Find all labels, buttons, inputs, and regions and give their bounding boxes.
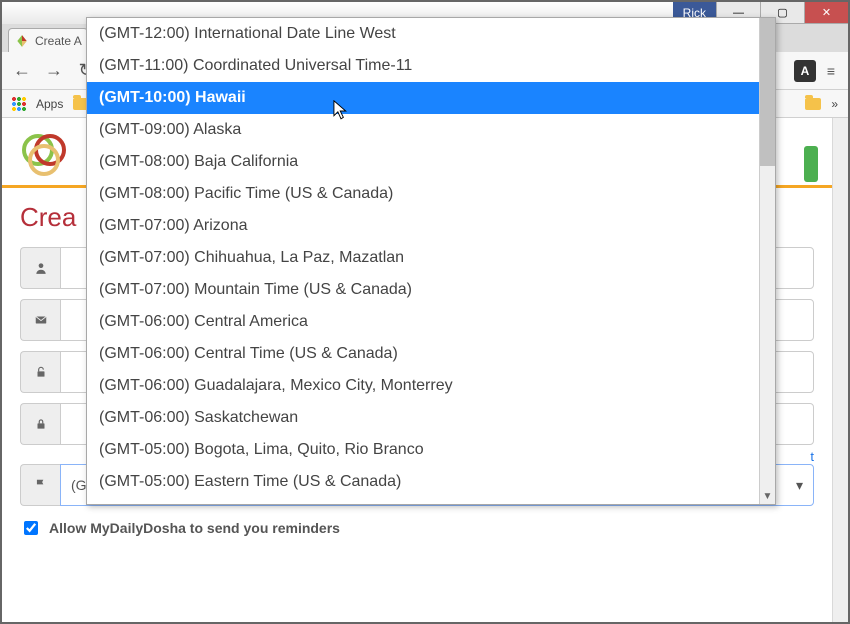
timezone-option[interactable]: (GMT-05:00) Bogota, Lima, Quito, Rio Bra… bbox=[87, 434, 759, 466]
timezone-dropdown[interactable]: (GMT-12:00) International Date Line West… bbox=[86, 17, 776, 505]
envelope-icon bbox=[20, 299, 60, 341]
flag-icon bbox=[20, 464, 60, 506]
close-button[interactable]: ✕ bbox=[804, 2, 848, 24]
tab-label: Create A bbox=[35, 34, 82, 48]
hamburger-menu-icon[interactable]: ≡ bbox=[820, 60, 842, 82]
folder-icon-right[interactable] bbox=[805, 98, 821, 110]
timezone-option[interactable]: (GMT-07:00) Chihuahua, La Paz, Mazatlan bbox=[87, 242, 759, 274]
lock-open-icon bbox=[20, 351, 60, 393]
timezone-option[interactable]: (GMT-06:00) Central America bbox=[87, 306, 759, 338]
timezone-option[interactable]: (GMT-05:00) Indiana (East) bbox=[87, 498, 759, 504]
timezone-option[interactable]: (GMT-11:00) Coordinated Universal Time-1… bbox=[87, 50, 759, 82]
scroll-down-arrow[interactable]: ▼ bbox=[760, 488, 775, 504]
reminders-checkbox-row[interactable]: Allow MyDailyDosha to send you reminders bbox=[20, 518, 814, 538]
forward-button[interactable]: → bbox=[40, 57, 68, 85]
reminders-checkbox[interactable] bbox=[24, 521, 38, 535]
timezone-option[interactable]: (GMT-07:00) Mountain Time (US & Canada) bbox=[87, 274, 759, 306]
lock-icon bbox=[20, 403, 60, 445]
timezone-option[interactable]: (GMT-10:00) Hawaii bbox=[87, 82, 759, 114]
angular-shield-icon: A bbox=[794, 60, 816, 82]
timezone-option[interactable]: (GMT-06:00) Saskatchewan bbox=[87, 402, 759, 434]
timezone-option[interactable]: (GMT-08:00) Pacific Time (US & Canada) bbox=[87, 178, 759, 210]
green-button-edge bbox=[804, 146, 818, 182]
apps-label[interactable]: Apps bbox=[36, 97, 63, 111]
tab-create-account[interactable]: Create A bbox=[8, 28, 88, 52]
timezone-option[interactable]: (GMT-06:00) Central Time (US & Canada) bbox=[87, 338, 759, 370]
apps-icon[interactable] bbox=[12, 97, 26, 111]
timezone-option[interactable]: (GMT-12:00) International Date Line West bbox=[87, 18, 759, 50]
back-button[interactable]: ← bbox=[8, 57, 36, 85]
scrollbar-thumb[interactable] bbox=[760, 18, 775, 166]
favicon-icon bbox=[15, 34, 29, 48]
dropdown-scrollbar[interactable]: ▼ bbox=[759, 18, 775, 504]
site-logo bbox=[20, 128, 68, 176]
timezone-option[interactable]: (GMT-08:00) Baja California bbox=[87, 146, 759, 178]
timezone-option[interactable]: (GMT-09:00) Alaska bbox=[87, 114, 759, 146]
chevron-down-icon: ▾ bbox=[796, 477, 803, 494]
timezone-option[interactable]: (GMT-07:00) Arizona bbox=[87, 210, 759, 242]
timezone-option[interactable]: (GMT-05:00) Eastern Time (US & Canada) bbox=[87, 466, 759, 498]
timezone-option[interactable]: (GMT-06:00) Guadalajara, Mexico City, Mo… bbox=[87, 370, 759, 402]
page-scrollbar[interactable] bbox=[832, 118, 848, 622]
overflow-button[interactable]: » bbox=[831, 97, 838, 111]
timezone-dropdown-list[interactable]: (GMT-12:00) International Date Line West… bbox=[87, 18, 759, 504]
reminders-label: Allow MyDailyDosha to send you reminders bbox=[49, 520, 340, 536]
user-icon bbox=[20, 247, 60, 289]
